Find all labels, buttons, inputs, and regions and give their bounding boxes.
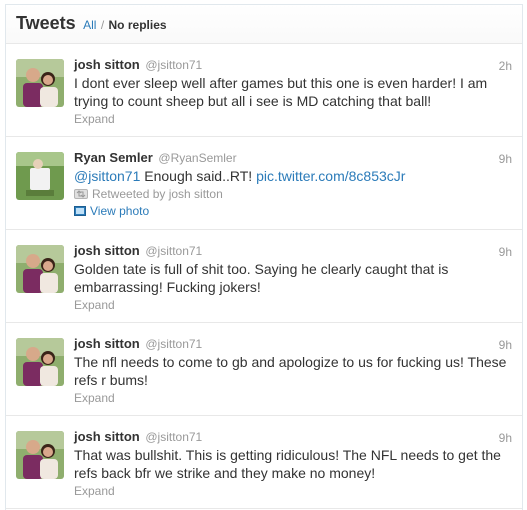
tweet-text: The nfl needs to come to gb and apologiz… bbox=[74, 354, 507, 388]
author-handle[interactable]: @RyanSemler bbox=[158, 151, 236, 165]
photo-link[interactable]: pic.twitter.com/8c853cJr bbox=[256, 168, 405, 184]
filter-no-replies[interactable]: No replies bbox=[109, 18, 167, 32]
author-name[interactable]: josh sitton bbox=[74, 57, 140, 72]
tweet-timestamp[interactable]: 9h bbox=[499, 245, 512, 259]
tweet-author: josh sitton @jsitton71 bbox=[74, 57, 510, 73]
avatar[interactable] bbox=[16, 245, 64, 293]
page-title: Tweets bbox=[16, 13, 76, 33]
retweeted-by-text: Retweeted by josh sitton bbox=[92, 187, 223, 201]
author-name[interactable]: Ryan Semler bbox=[74, 150, 153, 165]
avatar[interactable] bbox=[16, 431, 64, 479]
tweet-item[interactable]: josh sitton @jsitton71 9h The nfl needs … bbox=[6, 323, 522, 416]
tweet-timestamp[interactable]: 9h bbox=[499, 152, 512, 166]
tweet-author: josh sitton @jsitton71 bbox=[74, 243, 510, 259]
tweet-text: @jsitton71 Enough said..RT! pic.twitter.… bbox=[74, 167, 510, 185]
filter-all-link[interactable]: All bbox=[83, 18, 96, 32]
author-handle[interactable]: @jsitton71 bbox=[145, 337, 202, 351]
photo-icon bbox=[74, 206, 86, 216]
view-photo-action[interactable]: View photo bbox=[74, 204, 510, 218]
tweet-item[interactable]: josh sitton @jsitton71 9h That was bulls… bbox=[6, 416, 522, 509]
tweets-header: Tweets All / No replies bbox=[6, 5, 522, 44]
author-handle[interactable]: @jsitton71 bbox=[145, 430, 202, 444]
retweet-indicator: Retweeted by josh sitton bbox=[74, 187, 510, 201]
tweet-author: josh sitton @jsitton71 bbox=[74, 429, 510, 445]
tweet-item[interactable]: josh sitton @jsitton71 9h Golden tate is… bbox=[6, 230, 522, 323]
avatar[interactable] bbox=[16, 152, 64, 200]
retweet-icon bbox=[74, 189, 88, 199]
expand-link[interactable]: Expand bbox=[74, 112, 510, 126]
author-name[interactable]: josh sitton bbox=[74, 336, 140, 351]
tweet-text: Golden tate is full of shit too. Saying … bbox=[74, 261, 449, 295]
filter-separator: / bbox=[100, 18, 105, 32]
author-name[interactable]: josh sitton bbox=[74, 429, 140, 444]
view-photo-link[interactable]: View photo bbox=[90, 204, 149, 218]
tweet-text: I dont ever sleep well after games but t… bbox=[74, 75, 488, 109]
tweet-timestamp[interactable]: 9h bbox=[499, 431, 512, 445]
author-handle[interactable]: @jsitton71 bbox=[145, 58, 202, 72]
author-name[interactable]: josh sitton bbox=[74, 243, 140, 258]
tweet-author: josh sitton @jsitton71 bbox=[74, 336, 510, 352]
mention-link[interactable]: @jsitton71 bbox=[74, 168, 140, 184]
tweet-text-body: Enough said..RT! bbox=[140, 168, 257, 184]
tweet-author: Ryan Semler @RyanSemler bbox=[74, 150, 510, 166]
tweet-filters: All / No replies bbox=[83, 18, 166, 32]
avatar[interactable] bbox=[16, 338, 64, 386]
expand-link[interactable]: Expand bbox=[74, 391, 510, 405]
tweet-text: That was bullshit. This is getting ridic… bbox=[74, 447, 501, 481]
tweets-panel: Tweets All / No replies josh sitton @jsi… bbox=[5, 4, 523, 510]
avatar[interactable] bbox=[16, 59, 64, 107]
tweet-item[interactable]: josh sitton @jsitton71 2h I dont ever sl… bbox=[6, 44, 522, 137]
author-handle[interactable]: @jsitton71 bbox=[145, 244, 202, 258]
tweet-item[interactable]: Ryan Semler @RyanSemler 9h @jsitton71 En… bbox=[6, 137, 522, 230]
expand-link[interactable]: Expand bbox=[74, 484, 510, 498]
tweet-timestamp[interactable]: 2h bbox=[499, 59, 512, 73]
tweet-timestamp[interactable]: 9h bbox=[499, 338, 512, 352]
expand-link[interactable]: Expand bbox=[74, 298, 510, 312]
